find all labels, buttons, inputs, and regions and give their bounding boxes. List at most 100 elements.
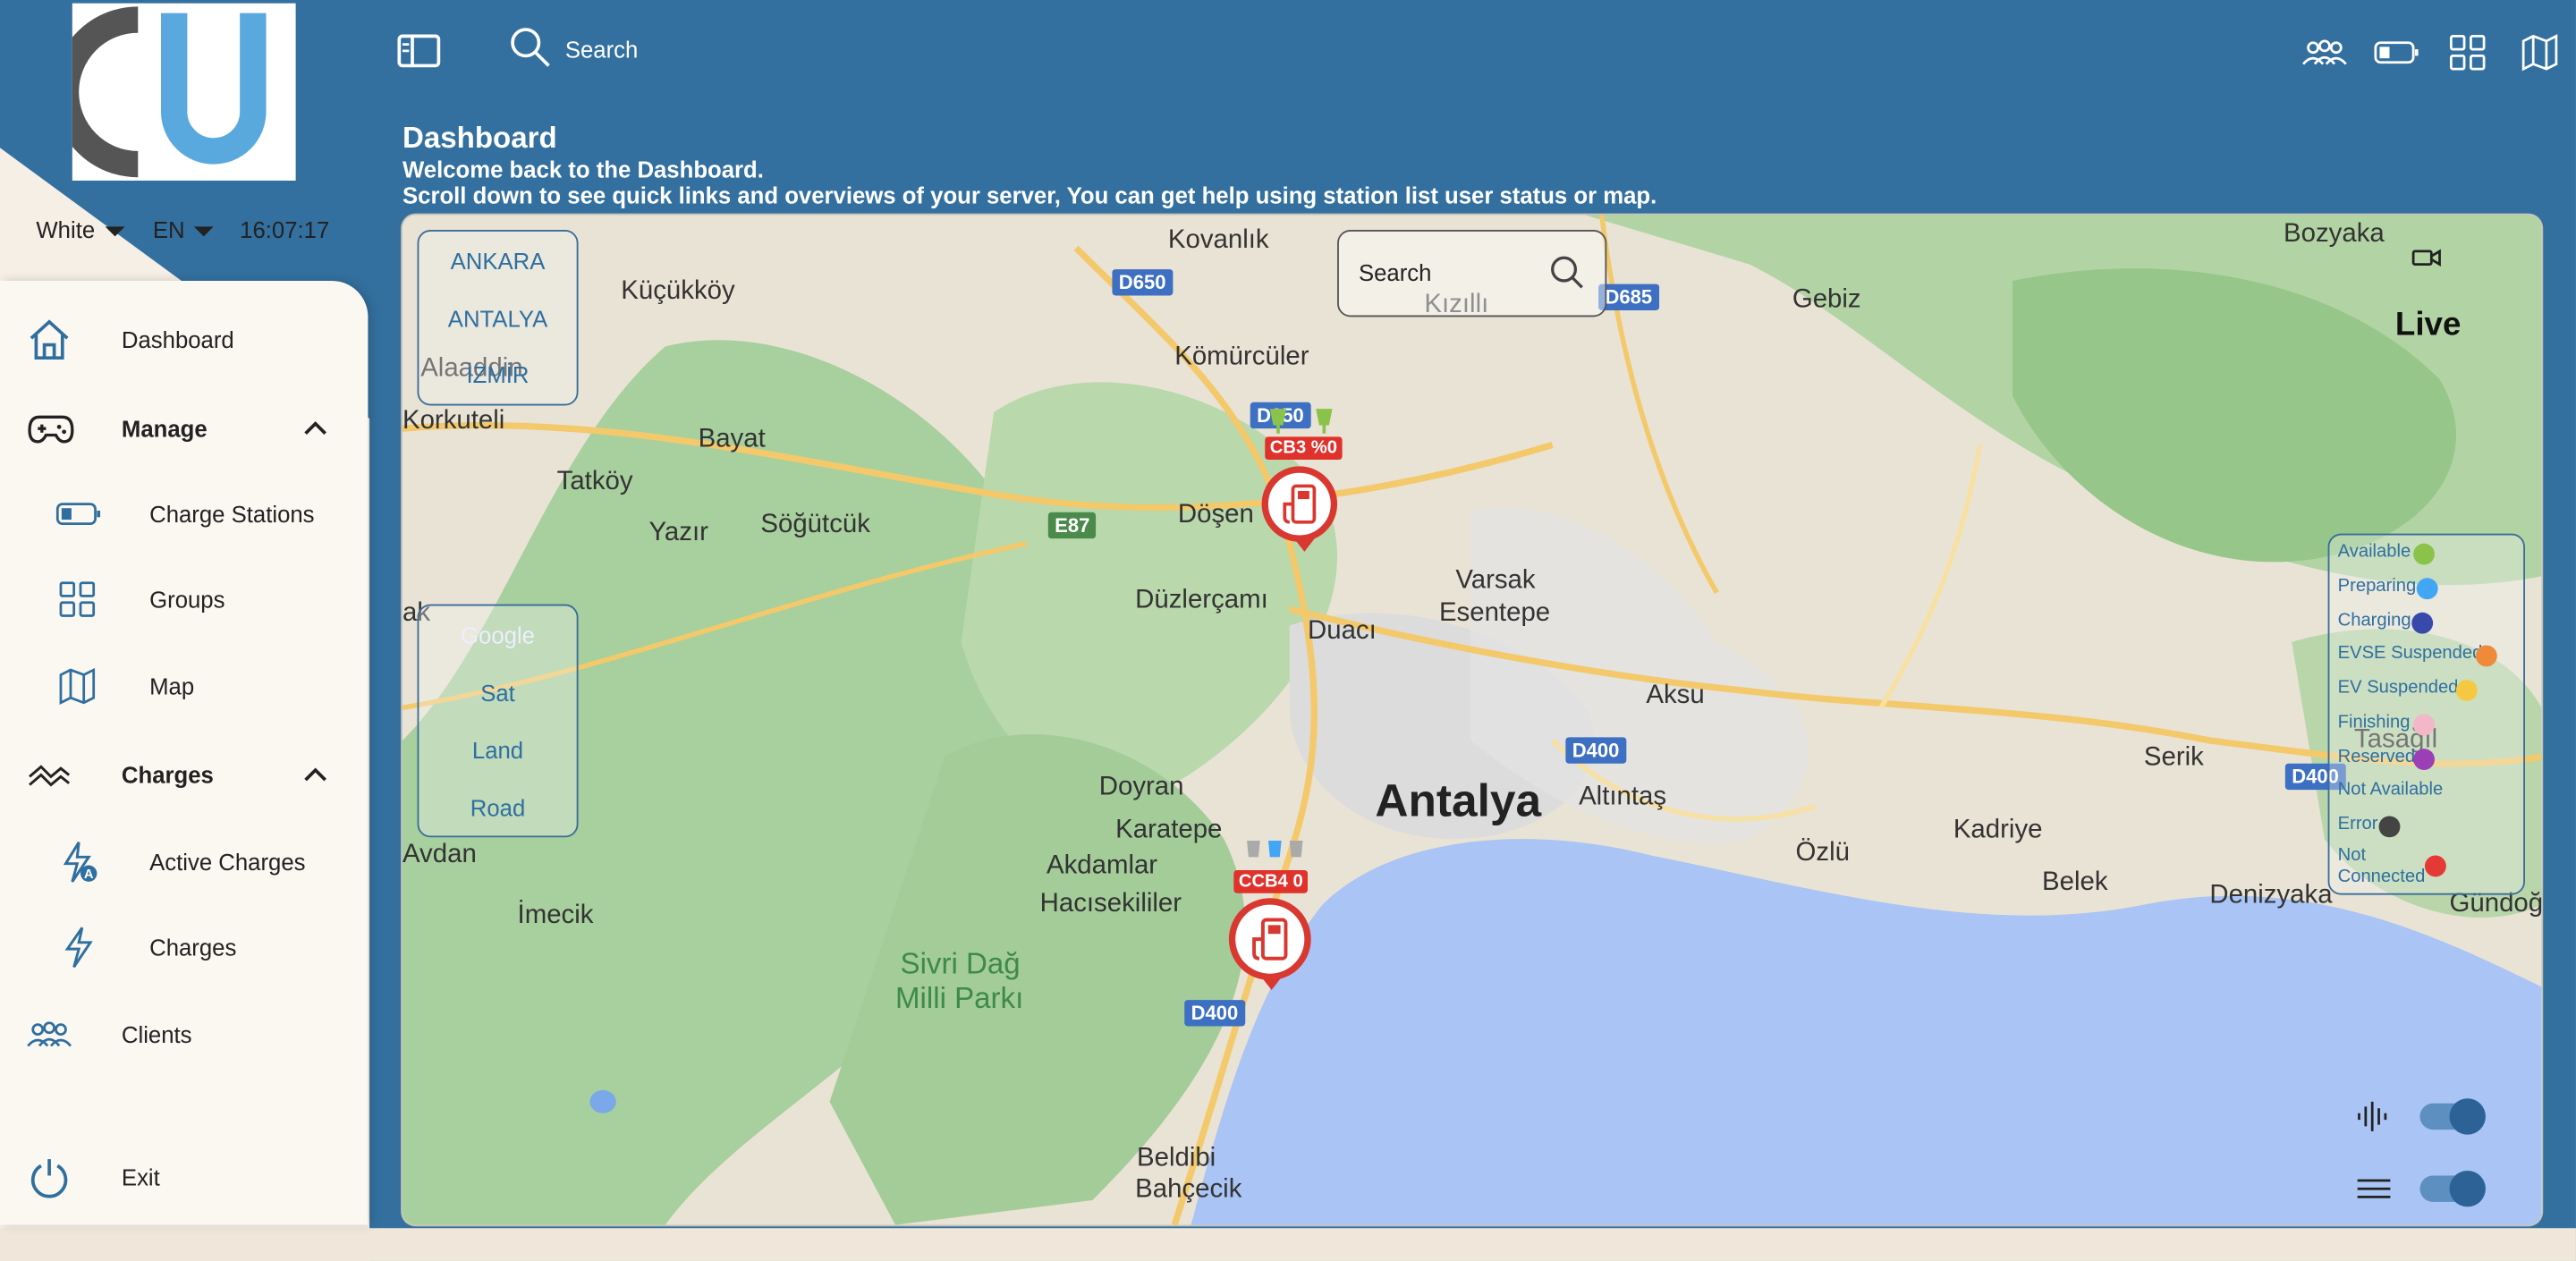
sidebar-item-groups[interactable]: Groups — [0, 566, 368, 631]
language-select[interactable]: EN — [153, 216, 215, 243]
place-label: Bozyaka — [2284, 220, 2385, 249]
legend-label: Reserved — [2337, 747, 2416, 767]
map-icon[interactable] — [2517, 30, 2563, 75]
city-link[interactable]: ANKARA — [419, 248, 576, 274]
place-label: Karatepe — [1115, 816, 1223, 844]
sidebar-item-clients[interactable]: Clients — [0, 1002, 368, 1067]
legend-label: Not Connected — [2337, 845, 2426, 887]
place-label: Gebiz — [1792, 285, 1861, 314]
clock: 16:07:17 — [240, 216, 330, 243]
park-label: Sivri Dağ — [900, 947, 1021, 981]
place-label: Altıntaş — [1579, 783, 1667, 811]
place-label: Korkuteli — [402, 407, 505, 436]
place-label: Avdan — [402, 840, 477, 869]
place-label: Denizyaka — [2209, 881, 2333, 910]
settings-bar: White EN 16:07:17 — [0, 207, 369, 256]
gamepad-icon — [26, 410, 75, 446]
place-label: Düzlerçamı — [1135, 586, 1268, 614]
list-toggle[interactable] — [2419, 1170, 2486, 1207]
sidebar-item-manage[interactable]: Manage — [0, 395, 368, 461]
sidebar-item-label: Charges — [149, 934, 237, 961]
map-search[interactable]: Search — [1337, 230, 1607, 317]
sound-toggle[interactable] — [2419, 1098, 2486, 1135]
search-icon[interactable] — [1549, 255, 1585, 300]
sidebar-toggle-icon[interactable] — [394, 30, 444, 72]
grid-icon — [59, 581, 96, 617]
place-label: Söğütcük — [760, 510, 870, 539]
subtitle-text: Scroll down to see quick links and overv… — [402, 182, 1657, 209]
park-label: Milli Parkı — [895, 981, 1024, 1015]
clients-icon — [26, 1020, 72, 1049]
chevron-up-icon[interactable] — [302, 415, 328, 441]
place-label: Serik — [2143, 743, 2204, 772]
place-label: Bayat — [698, 425, 766, 453]
highway-shield: E87 — [1047, 512, 1097, 539]
place-label: Kovanlık — [1167, 226, 1269, 255]
sidebar-item-label: Charge Stations — [149, 500, 315, 528]
charger-icon — [1283, 484, 1317, 524]
toggle-knob — [2449, 1170, 2486, 1207]
layer-link[interactable]: Land — [419, 737, 576, 763]
svg-text:A: A — [84, 867, 94, 882]
sidebar-item-label: Groups — [149, 586, 225, 613]
sidebar-item-charges-group[interactable]: Charges — [0, 742, 368, 808]
wave-icon — [26, 760, 72, 790]
city-link[interactable]: ANTALYA — [419, 305, 576, 331]
sidebar-item-label: Charges — [121, 761, 214, 789]
place-label: Kadriye — [1953, 816, 2043, 844]
legend-dot — [2378, 816, 2401, 838]
legend-dot — [2416, 578, 2438, 600]
charge-station-marker[interactable] — [1261, 466, 1338, 552]
legend-dot — [2413, 749, 2435, 771]
map-icon — [57, 666, 97, 706]
layer-link[interactable]: Sat — [419, 680, 576, 706]
grid-icon[interactable] — [2445, 30, 2490, 75]
station-label: CB3 %0 — [1265, 436, 1343, 461]
place-label: Belek — [2042, 868, 2108, 897]
status-legend: Available Preparing Charging EVSE Suspen… — [2327, 533, 2526, 895]
menu-icon — [2356, 1176, 2392, 1211]
sidebar-item-exit[interactable]: Exit — [0, 1145, 368, 1210]
theme-value: White — [36, 216, 96, 243]
sidebar-item-map[interactable]: Map — [0, 654, 368, 719]
charger-icon — [1252, 918, 1288, 961]
sidebar-item-active-charges[interactable]: A Active Charges — [0, 829, 368, 894]
legend-label: Not Available — [2337, 780, 2444, 800]
welcome-text: Welcome back to the Dashboard. — [402, 156, 764, 182]
station-label: CCB4 0 — [1233, 870, 1309, 893]
battery-icon[interactable] — [2372, 33, 2421, 72]
city-shortcuts-panel: ANKARA ANTALYA İZMİR — [417, 230, 579, 406]
place-label: Küçükköy — [621, 277, 735, 306]
sidebar-item-label: Dashboard — [121, 326, 234, 353]
page-title: Dashboard — [402, 121, 557, 155]
top-search-label: Search — [564, 36, 639, 63]
chevron-down-icon — [105, 226, 125, 237]
live-label: Live — [2394, 307, 2462, 343]
map-layer-panel: Google Sat Land Road — [417, 604, 579, 838]
sidebar-item-dashboard[interactable]: Dashboard — [0, 307, 368, 372]
legend-label: Available — [2337, 541, 2411, 562]
sidebar-item-label: Manage — [121, 415, 208, 442]
layer-link[interactable]: Road — [419, 795, 576, 821]
legend-dot — [2413, 714, 2435, 736]
theme-select[interactable]: White — [36, 216, 125, 243]
map-view[interactable]: Kovanlık Küçükköy Kızıllı Gebiz Bozyaka … — [402, 215, 2542, 1225]
map-tiles — [402, 215, 2542, 1225]
place-label: Doyran — [1098, 773, 1184, 801]
sidebar-item-charge-stations[interactable]: Charge Stations — [0, 481, 368, 546]
video-icon[interactable] — [2411, 246, 2441, 275]
charge-station-marker[interactable] — [1228, 898, 1311, 991]
battery-icon — [55, 501, 101, 527]
legend-label: EV Suspended — [2337, 678, 2459, 698]
place-label: Esentepe — [1438, 599, 1551, 628]
sidebar-item-label: Clients — [121, 1020, 192, 1048]
sidebar-item-label: Active Charges — [149, 849, 306, 876]
city-link[interactable]: İZMİR — [419, 361, 576, 387]
map-search-input[interactable]: Search — [1359, 259, 1431, 285]
layer-link[interactable]: Google — [419, 622, 576, 648]
bottom-strip — [0, 1228, 2576, 1261]
clients-icon[interactable] — [2300, 33, 2349, 72]
sidebar-item-charges[interactable]: Charges — [0, 915, 368, 980]
chevron-up-icon[interactable] — [302, 762, 328, 788]
top-search[interactable]: Search — [509, 26, 638, 72]
